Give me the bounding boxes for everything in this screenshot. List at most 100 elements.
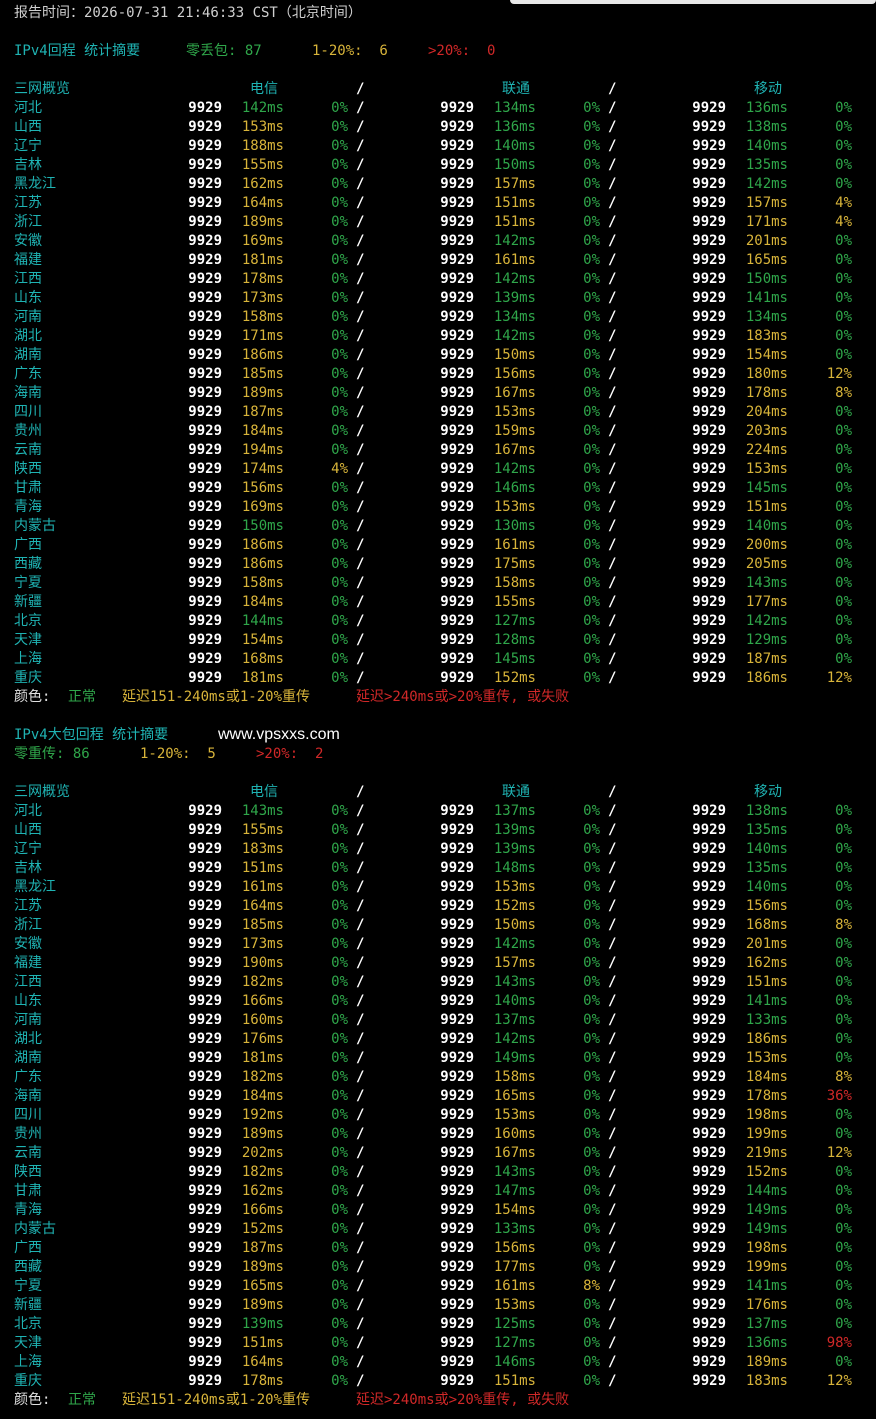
asn-value: 9929 <box>692 1126 726 1142</box>
asn-value: 9929 <box>692 480 726 496</box>
asn-value: 9929 <box>188 404 222 420</box>
province-name: 四川 <box>14 404 42 420</box>
table-row: 山西 9929 155ms 0% / 9929 139ms 0% / 9929 135ms 0% <box>0 821 876 840</box>
loss-value: 0% <box>583 1107 600 1123</box>
latency-value: 142ms <box>745 613 788 629</box>
latency-value: 187ms <box>241 404 284 420</box>
asn-value: 9929 <box>440 632 474 648</box>
province-name: 广西 <box>14 1240 42 1256</box>
province-name: 海南 <box>14 385 42 401</box>
loss-value: 0% <box>331 1031 348 1047</box>
loss-value: 0% <box>835 1221 852 1237</box>
column-separator: / <box>356 1088 365 1104</box>
asn-value: 9929 <box>692 423 726 439</box>
table-row: 湖北 9929 171ms 0% / 9929 142ms 0% / 9929 183ms 0% <box>0 327 876 346</box>
asn-value: 9929 <box>188 100 222 116</box>
loss-value: 0% <box>583 214 600 230</box>
latency-value: 156ms <box>241 480 284 496</box>
latency-value: 188ms <box>241 138 284 154</box>
latency-value: 149ms <box>745 1221 788 1237</box>
table-row: 西藏 9929 189ms 0% / 9929 177ms 0% / 9929 199ms 0% <box>0 1258 876 1277</box>
loss-value: 0% <box>835 898 852 914</box>
table-row: 重庆 9929 181ms 0% / 9929 152ms 0% / 9929 186ms 12% <box>0 669 876 688</box>
table-row: 北京 9929 139ms 0% / 9929 125ms 0% / 9929 137ms 0% <box>0 1315 876 1334</box>
province-name: 湖北 <box>14 328 42 344</box>
column-separator: / <box>608 1012 617 1028</box>
latency-value: 177ms <box>745 594 788 610</box>
asn-value: 9929 <box>692 803 726 819</box>
latency-value: 158ms <box>241 575 284 591</box>
latency-value: 133ms <box>493 1221 536 1237</box>
loss-value: 0% <box>583 442 600 458</box>
column-separator: / <box>608 1107 617 1123</box>
province-name: 江西 <box>14 974 42 990</box>
loss-value: 0% <box>583 1297 600 1313</box>
asn-value: 9929 <box>692 898 726 914</box>
column-separator: / <box>608 1373 617 1389</box>
column-separator: / <box>608 1126 617 1142</box>
province-name: 贵州 <box>14 423 42 439</box>
province-name: 山西 <box>14 119 42 135</box>
latency-value: 182ms <box>241 1164 284 1180</box>
province-name: 辽宁 <box>14 138 42 154</box>
section-title: IPv4大包回程 统计摘要 <box>14 727 169 743</box>
province-name: 湖南 <box>14 347 42 363</box>
latency-value: 171ms <box>241 328 284 344</box>
asn-value: 9929 <box>440 1031 474 1047</box>
latency-value: 178ms <box>745 1088 788 1104</box>
loss-value: 0% <box>331 214 348 230</box>
asn-value: 9929 <box>692 366 726 382</box>
loss-value: 0% <box>331 537 348 553</box>
latency-value: 149ms <box>493 1050 536 1066</box>
legend-item: 延迟>240ms或>20%重传, 或失败 <box>356 1392 570 1408</box>
loss-value: 0% <box>331 480 348 496</box>
overview-label: 三网概览 <box>14 81 70 97</box>
loss-value: 0% <box>583 1183 600 1199</box>
latency-value: 150ms <box>241 518 284 534</box>
asn-value: 9929 <box>692 1107 726 1123</box>
latency-value: 151ms <box>493 1373 536 1389</box>
column-separator: / <box>608 1145 617 1161</box>
loss-value: 0% <box>583 1259 600 1275</box>
asn-value: 9929 <box>440 1202 474 1218</box>
latency-value: 157ms <box>745 195 788 211</box>
loss-value: 0% <box>835 1183 852 1199</box>
latency-value: 158ms <box>241 309 284 325</box>
latency-value: 140ms <box>745 138 788 154</box>
latency-value: 140ms <box>745 518 788 534</box>
loss-value: 0% <box>331 1164 348 1180</box>
column-separator: / <box>608 1297 617 1313</box>
asn-value: 9929 <box>188 423 222 439</box>
loss-value: 0% <box>331 138 348 154</box>
asn-value: 9929 <box>188 594 222 610</box>
asn-value: 9929 <box>692 1031 726 1047</box>
province-name: 陕西 <box>14 461 42 477</box>
loss-value: 12% <box>826 366 852 382</box>
column-separator: / <box>608 860 617 876</box>
loss-value: 0% <box>583 347 600 363</box>
column-separator: / <box>356 347 365 363</box>
latency-value: 154ms <box>745 347 788 363</box>
column-separator: / <box>356 974 365 990</box>
loss-value: 0% <box>331 1278 348 1294</box>
asn-value: 9929 <box>692 442 726 458</box>
loss-value: 0% <box>583 404 600 420</box>
province-name: 浙江 <box>14 214 42 230</box>
loss-value: 0% <box>835 803 852 819</box>
table-row: 广西 9929 187ms 0% / 9929 156ms 0% / 9929 198ms 0% <box>0 1239 876 1258</box>
column-separator: / <box>608 442 617 458</box>
asn-value: 9929 <box>692 309 726 325</box>
loss-value: 0% <box>331 993 348 1009</box>
loss-value: 0% <box>331 594 348 610</box>
column-separator: / <box>356 575 365 591</box>
column-separator: / <box>356 1164 365 1180</box>
province-name: 内蒙古 <box>14 518 56 534</box>
latency-value: 139ms <box>493 290 536 306</box>
latency-value: 185ms <box>241 917 284 933</box>
asn-value: 9929 <box>692 1297 726 1313</box>
latency-value: 135ms <box>745 860 788 876</box>
latency-value: 157ms <box>493 955 536 971</box>
latency-value: 178ms <box>745 385 788 401</box>
loss-value: 0% <box>583 936 600 952</box>
latency-value: 151ms <box>241 1335 284 1351</box>
